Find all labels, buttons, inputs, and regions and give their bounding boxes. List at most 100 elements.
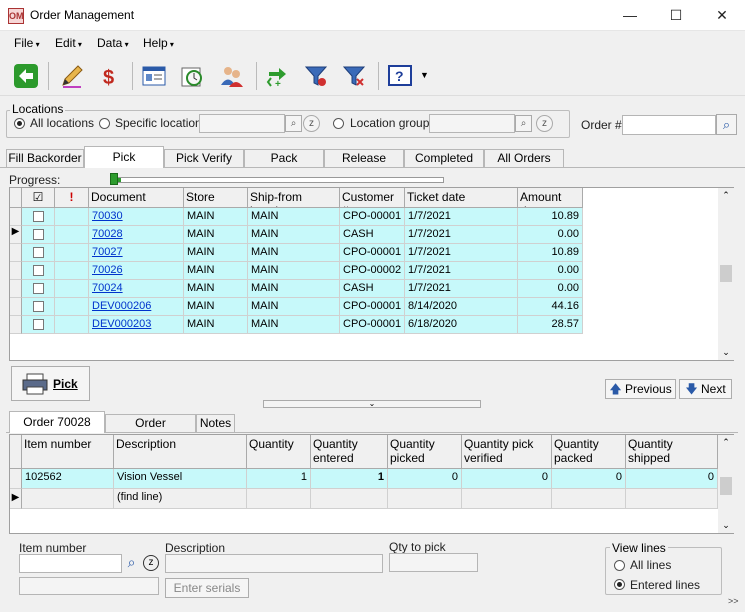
document-link[interactable]: DEV000206 xyxy=(92,300,151,312)
col-quantity-entered[interactable]: Quantity entered xyxy=(311,435,388,469)
tab-completed[interactable]: Completed xyxy=(404,149,484,167)
line-description[interactable]: Vision Vessel xyxy=(114,469,247,489)
menu-file[interactable]: File xyxy=(14,36,40,50)
tab-fill-backorder[interactable]: Fill Backorder xyxy=(6,149,84,167)
col-ticket-date[interactable]: Ticket date xyxy=(405,188,518,208)
edit-pencil-icon[interactable] xyxy=(56,60,88,92)
radio-all-lines[interactable] xyxy=(614,560,625,571)
item-number-input[interactable] xyxy=(19,554,122,573)
document-link[interactable]: DEV000203 xyxy=(92,318,151,330)
help-icon[interactable]: ? xyxy=(384,60,416,92)
users-icon[interactable] xyxy=(216,60,248,92)
line-item-number[interactable]: 102562 xyxy=(22,469,114,489)
order-doc[interactable]: 70024 xyxy=(89,280,184,298)
order-doc[interactable]: 70028 xyxy=(89,226,184,244)
order-doc[interactable]: DEV000206 xyxy=(89,298,184,316)
zoom-icon[interactable]: z xyxy=(303,115,320,132)
tab-notes[interactable]: Notes xyxy=(196,414,235,432)
search-icon[interactable]: ⌕ xyxy=(122,554,141,573)
tab-order-information[interactable]: Order information xyxy=(105,414,196,447)
tab-pick-verify[interactable]: Pick Verify xyxy=(164,149,244,167)
order-doc[interactable]: DEV000203 xyxy=(89,316,184,334)
tab-pack[interactable]: Pack xyxy=(244,149,324,167)
radio-location-group[interactable] xyxy=(333,118,344,129)
table-row[interactable]: DEV000206 MAIN MAIN CPO-00001 8/14/2020 44.16 xyxy=(10,298,583,316)
scroll-thumb[interactable] xyxy=(720,477,732,495)
tab-order-lines[interactable]: Order 70028 lines xyxy=(9,411,105,449)
pick-button[interactable]: Pick xyxy=(11,366,90,401)
col-quantity-shipped[interactable]: Quantity shipped xyxy=(626,435,718,469)
splitter-handle[interactable]: ⌄ xyxy=(263,400,481,408)
col-description[interactable]: Description xyxy=(114,435,247,469)
col-quantity-picked[interactable]: Quantity picked xyxy=(388,435,462,469)
table-row[interactable]: 70024 MAIN MAIN CASH 1/7/2021 0.00 xyxy=(10,280,583,298)
orders-scrollbar[interactable]: ⌃ ⌄ xyxy=(718,188,734,360)
find-line-row[interactable]: ▶ (find line) xyxy=(10,489,718,509)
col-item-number[interactable]: Item number xyxy=(22,435,114,469)
row-checkbox[interactable] xyxy=(33,301,44,312)
scroll-down-icon[interactable]: ⌄ xyxy=(718,520,734,531)
scroll-down-icon[interactable]: ⌄ xyxy=(718,347,734,358)
table-row[interactable]: 70027 MAIN MAIN CPO-00001 1/7/2021 10.89 xyxy=(10,244,583,262)
table-row[interactable]: 70030 MAIN MAIN CPO-00001 1/7/2021 10.89 xyxy=(10,208,583,226)
table-row[interactable]: 70026 MAIN MAIN CPO-00002 1/7/2021 0.00 xyxy=(10,262,583,280)
zoom-icon[interactable]: z xyxy=(536,115,553,132)
filter-icon[interactable] xyxy=(300,60,332,92)
row-checkbox[interactable] xyxy=(33,265,44,276)
row-checkbox[interactable] xyxy=(33,283,44,294)
radio-all-locations[interactable] xyxy=(14,118,25,129)
tab-pick[interactable]: Pick xyxy=(84,146,164,168)
row-checkbox[interactable] xyxy=(33,247,44,258)
row-checkbox[interactable] xyxy=(33,229,44,240)
order-number-input[interactable] xyxy=(622,115,716,135)
col-amount-due[interactable]: Amount due xyxy=(518,188,583,208)
search-icon[interactable]: ⌕ xyxy=(515,115,532,132)
scroll-up-icon[interactable]: ⌃ xyxy=(718,188,734,202)
col-quantity-packed[interactable]: Quantity packed xyxy=(552,435,626,469)
radio-specific-location[interactable] xyxy=(99,118,110,129)
document-link[interactable]: 70026 xyxy=(92,264,123,276)
dollar-icon[interactable]: $ xyxy=(94,60,126,92)
menu-help[interactable]: Help xyxy=(143,36,174,50)
order-doc[interactable]: 70026 xyxy=(89,262,184,280)
document-link[interactable]: 70030 xyxy=(92,210,123,222)
line-quantity-entered[interactable]: 1 xyxy=(311,469,388,489)
search-icon[interactable]: ⌕ xyxy=(285,115,302,132)
order-doc[interactable]: 70030 xyxy=(89,208,184,226)
zoom-icon[interactable]: z xyxy=(143,555,159,571)
close-button[interactable]: ✕ xyxy=(699,0,745,31)
back-icon[interactable] xyxy=(10,60,42,92)
col-quantity-pick-verified[interactable]: Quantity pick verified xyxy=(462,435,552,469)
previous-button[interactable]: 🡅 Previous xyxy=(605,379,676,399)
col-ship-from[interactable]: Ship-from location xyxy=(248,188,340,208)
lines-scrollbar[interactable]: ⌃ ⌄ xyxy=(718,435,734,533)
select-all-icon[interactable]: ☑ xyxy=(22,188,55,208)
tab-all-orders[interactable]: All Orders xyxy=(484,149,564,167)
document-link[interactable]: 70027 xyxy=(92,246,123,258)
filter-clear-icon[interactable] xyxy=(338,60,370,92)
col-customer[interactable]: Customer # xyxy=(340,188,405,208)
document-link[interactable]: 70024 xyxy=(92,282,123,294)
order-doc[interactable]: 70027 xyxy=(89,244,184,262)
scroll-up-icon[interactable]: ⌃ xyxy=(718,435,734,449)
scroll-thumb[interactable] xyxy=(720,265,732,282)
col-document[interactable]: Document xyxy=(89,188,184,208)
transfer-icon[interactable]: + xyxy=(262,60,294,92)
menu-data[interactable]: Data xyxy=(97,36,129,50)
radio-entered-lines[interactable] xyxy=(614,579,625,590)
row-checkbox[interactable] xyxy=(33,319,44,330)
search-icon[interactable]: ⌕ xyxy=(716,114,737,135)
location-group-field[interactable] xyxy=(429,114,515,133)
specific-location-field[interactable] xyxy=(199,114,285,133)
table-row[interactable]: ▶ 70028 MAIN MAIN CASH 1/7/2021 0.00 xyxy=(10,226,583,244)
col-quantity[interactable]: Quantity xyxy=(247,435,311,469)
help-dropdown-icon[interactable]: ▼ xyxy=(420,70,429,80)
row-checkbox[interactable] xyxy=(33,211,44,222)
table-row[interactable]: DEV000203 MAIN MAIN CPO-00001 6/18/2020 28.57 xyxy=(10,316,583,334)
tab-release[interactable]: Release xyxy=(324,149,404,167)
enter-serials-button[interactable]: Enter serials xyxy=(165,578,249,598)
next-button[interactable]: 🡇 Next xyxy=(679,379,732,399)
minimize-button[interactable]: — xyxy=(607,0,653,31)
find-line-text[interactable]: (find line) xyxy=(114,489,247,509)
form-icon[interactable] xyxy=(138,60,170,92)
